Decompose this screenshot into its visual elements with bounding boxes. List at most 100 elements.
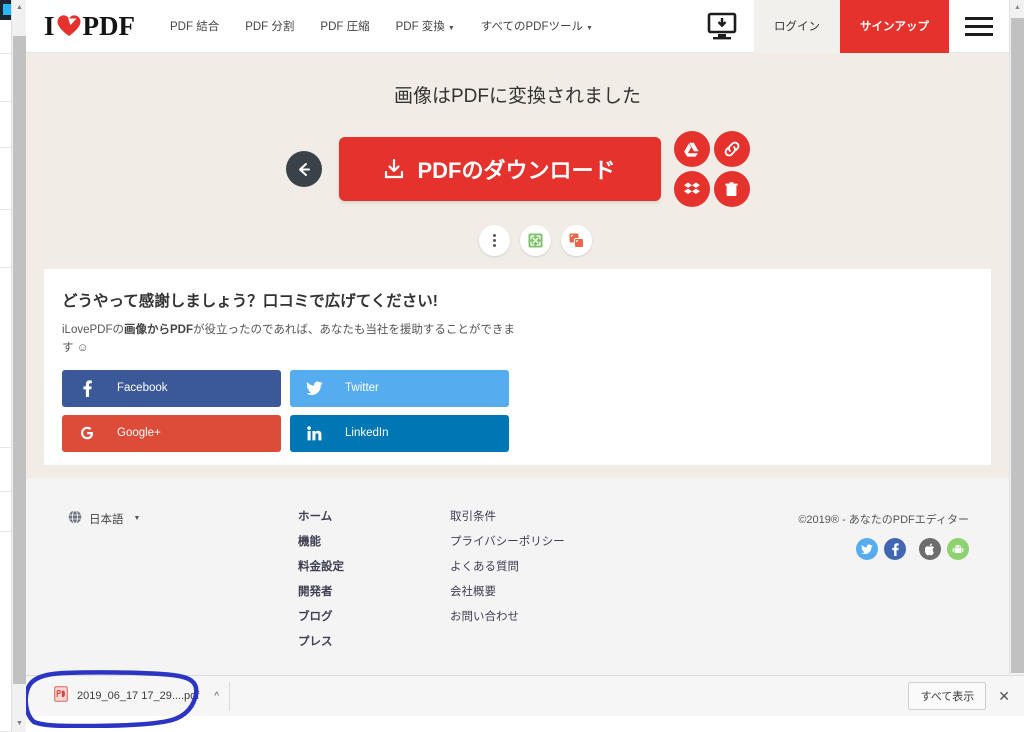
footer-link-faq[interactable]: よくある質問 (450, 558, 565, 574)
share-label: Google+ (117, 427, 161, 440)
logo-text-pre: I (44, 10, 55, 41)
three-dots (493, 234, 496, 247)
background-window-thumbnail-inner (3, 4, 11, 15)
download-bar: 2019_06_17 17_29....pdf ^ すべて表示 ✕ (26, 675, 1024, 716)
globe-icon (68, 510, 82, 527)
share-card: どうやって感謝しましょう？口コミで広げてください! iLovePDFの画像からP… (44, 269, 991, 465)
footer-link-blog[interactable]: ブログ (298, 608, 344, 624)
download-file-name: 2019_06_17 17_29....pdf (77, 690, 200, 702)
copyright-text: ©2019® - あなたのPDFエディター (798, 514, 969, 526)
scroll-up-icon[interactable]: ▲ (1010, 0, 1024, 16)
site-header: I PDF PDF 結合 PDF 分割 PDF 圧縮 PDF 変換 ▼ すべての… (26, 0, 1009, 53)
split-pdf-icon[interactable] (561, 225, 592, 256)
facebook-icon[interactable] (884, 538, 906, 560)
footer-link-features[interactable]: 機能 (298, 533, 344, 549)
scrollbar-thumb[interactable] (13, 36, 26, 684)
google-drive-icon[interactable] (673, 131, 710, 167)
nav-item-split[interactable]: PDF 分割 (232, 18, 307, 34)
bottom-strip (26, 716, 1024, 732)
hamburger-icon[interactable] (949, 0, 1009, 53)
chevron-down-icon: ▼ (585, 25, 593, 32)
share-label: LinkedIn (345, 427, 389, 440)
chevron-up-icon[interactable]: ^ (214, 691, 219, 702)
download-icon (385, 158, 404, 179)
show-all-downloads-button[interactable]: すべて表示 (908, 682, 987, 710)
language-selector[interactable]: 日本語 ▼ (68, 510, 140, 527)
scroll-up-icon[interactable]: ▲ (12, 0, 27, 16)
browser-viewport: I PDF PDF 結合 PDF 分割 PDF 圧縮 PDF 変換 ▼ すべての… (26, 0, 1024, 732)
download-pdf-label: PDFのダウンロード (417, 158, 616, 183)
share-card-subtitle: iLovePDFの画像からPDFが役立ったのであれば、あなたも当社を援助すること… (62, 322, 522, 358)
login-button[interactable]: ログイン (754, 0, 840, 53)
heart-icon (56, 14, 82, 38)
page-scrollbar[interactable]: ▲ ▼ (1009, 0, 1024, 691)
share-facebook-button[interactable]: Facebook (62, 369, 281, 407)
logo-text-post: PDF (82, 10, 135, 41)
footer-link-terms[interactable]: 取引条件 (450, 508, 565, 524)
dropbox-icon[interactable] (673, 171, 710, 207)
nav-label: PDF 変換 (395, 21, 445, 33)
share-sub-pre: iLovePDFの (62, 324, 124, 336)
delete-icon[interactable] (713, 171, 750, 207)
pdf-file-icon (54, 685, 68, 707)
background-window: ▲ ▼ (0, 0, 27, 732)
desktop-download-icon[interactable] (690, 0, 754, 53)
google-plus-icon (78, 425, 95, 441)
background-window-rows (0, 0, 11, 732)
nav-label: すべてのPDFツール (480, 21, 583, 33)
close-icon[interactable]: ✕ (998, 688, 1010, 705)
footer-link-developer[interactable]: 開発者 (298, 583, 344, 599)
cloud-actions (673, 131, 750, 207)
nav-label: PDF 分割 (245, 21, 295, 33)
download-pdf-button[interactable]: PDFのダウンロード (338, 137, 661, 201)
scrollbar-thumb[interactable] (1011, 18, 1024, 673)
footer-link-pricing[interactable]: 料金設定 (298, 558, 344, 574)
nav-label: PDF 圧縮 (320, 21, 370, 33)
chevron-down-icon: ▼ (447, 25, 455, 32)
share-label: Twitter (345, 382, 379, 395)
facebook-icon (78, 379, 95, 397)
site-footer: 日本語 ▼ ホーム 機能 料金設定 開発者 ブログ プレス 取引条件 プライバシ… (26, 478, 1009, 691)
twitter-icon[interactable] (856, 538, 878, 560)
scroll-down-icon[interactable]: ▼ (12, 716, 27, 732)
share-label: Facebook (117, 382, 168, 395)
footer-column-primary: ホーム 機能 料金設定 開発者 ブログ プレス (298, 508, 344, 649)
back-button[interactable] (285, 151, 322, 187)
footer-link-about[interactable]: 会社概要 (450, 583, 565, 599)
footer-link-contact[interactable]: お問い合わせ (450, 608, 565, 624)
share-twitter-button[interactable]: Twitter (290, 369, 509, 407)
footer-link-press[interactable]: プレス (298, 633, 344, 649)
apple-icon[interactable] (919, 538, 941, 560)
download-item[interactable]: 2019_06_17 17_29....pdf ^ (44, 681, 231, 711)
footer-inner: 日本語 ▼ ホーム 機能 料金設定 開発者 ブログ プレス 取引条件 プライバシ… (26, 478, 1009, 691)
tool-actions-row (26, 225, 1009, 256)
share-card-title: どうやって感謝しましょう？口コミで広げてください! (62, 293, 438, 310)
nav-item-compress[interactable]: PDF 圧縮 (307, 18, 382, 34)
ilovepdf-logo[interactable]: I PDF (44, 11, 135, 42)
chevron-down-icon: ▼ (133, 515, 141, 522)
background-window-scrollbar[interactable]: ▲ ▼ (11, 0, 27, 732)
android-icon[interactable] (947, 538, 969, 560)
copy-link-icon[interactable] (713, 131, 750, 167)
page-title: 画像はPDFに変換されました (393, 86, 641, 107)
social-share-buttons: Facebook Twitter Google+ LinkedIn (62, 369, 991, 452)
linkedin-icon (306, 425, 323, 441)
twitter-icon (306, 381, 323, 396)
nav-item-all-tools[interactable]: すべてのPDFツール ▼ (468, 18, 606, 34)
share-sub-bold: 画像からPDF (124, 324, 193, 336)
arrow-left-icon (299, 162, 310, 176)
more-options-icon[interactable] (479, 225, 510, 256)
footer-social-icons (856, 538, 969, 560)
footer-column-secondary: 取引条件 プライバシーポリシー よくある質問 会社概要 お問い合わせ (450, 508, 565, 624)
nav-item-convert[interactable]: PDF 変換 ▼ (383, 18, 468, 34)
header-right: ログイン サインアップ (690, 0, 1009, 53)
footer-link-privacy[interactable]: プライバシーポリシー (450, 533, 565, 549)
share-google-plus-button[interactable]: Google+ (62, 414, 281, 452)
signup-button[interactable]: サインアップ (840, 0, 949, 53)
compress-pdf-icon[interactable] (520, 225, 551, 256)
share-linkedin-button[interactable]: LinkedIn (290, 414, 509, 452)
nav-item-merge[interactable]: PDF 結合 (157, 18, 232, 34)
footer-link-home[interactable]: ホーム (298, 508, 344, 524)
main-nav: PDF 結合 PDF 分割 PDF 圧縮 PDF 変換 ▼ すべてのPDFツール ▼ (157, 18, 606, 34)
download-row: PDFのダウンロード (26, 131, 1009, 207)
